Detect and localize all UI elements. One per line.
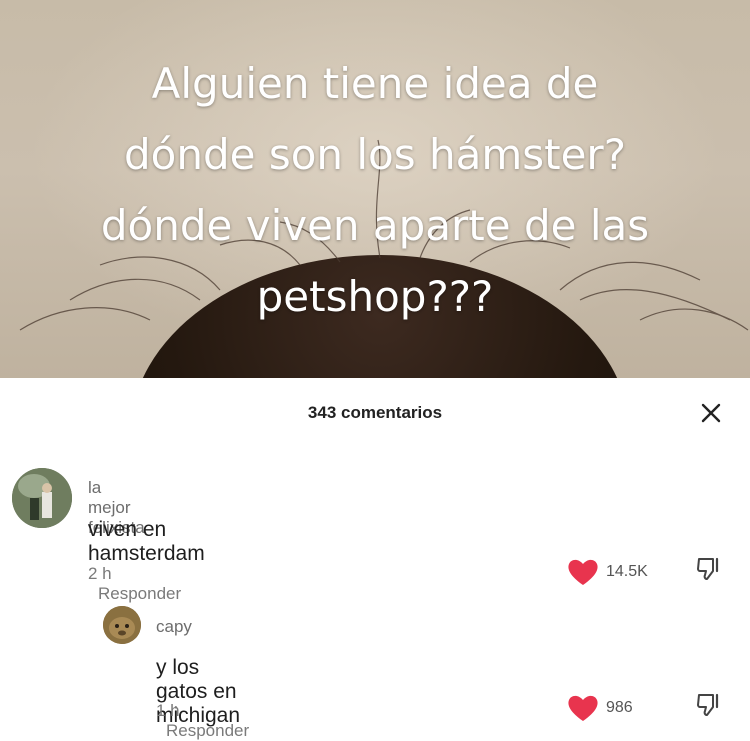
caption-line: dónde son los hámster?: [124, 130, 626, 179]
reply-button[interactable]: Responder: [98, 584, 181, 603]
avatar-image: [12, 468, 72, 528]
comment-meta: 2 h Responder: [88, 564, 181, 604]
comment-username[interactable]: capy: [156, 617, 192, 637]
caption-line: petshop???: [256, 272, 494, 321]
avatar[interactable]: [12, 468, 72, 528]
close-icon[interactable]: [698, 400, 724, 426]
video-player[interactable]: Alguien tiene idea de dónde son los háms…: [0, 0, 750, 378]
reply-button[interactable]: Responder: [166, 721, 249, 740]
comment-meta: 1 h Responder: [156, 701, 249, 741]
like-count: 986: [606, 699, 633, 716]
avatar-image: [103, 606, 141, 644]
caption-line: Alguien tiene idea de: [151, 59, 599, 108]
avatar[interactable]: [103, 606, 141, 644]
like-button[interactable]: 986: [566, 693, 633, 723]
dislike-icon[interactable]: [695, 555, 723, 583]
heart-icon: [568, 695, 598, 721]
heart-icon: [568, 559, 598, 585]
like-count: 14.5K: [606, 563, 648, 580]
like-button[interactable]: 14.5K: [566, 557, 648, 587]
comment-timestamp: 1 h: [156, 701, 180, 720]
comment-text: viven en hamsterdam: [88, 518, 205, 565]
comment-timestamp: 2 h: [88, 564, 112, 583]
caption-line: dónde viven aparte de las: [100, 201, 650, 250]
video-caption: Alguien tiene idea de dónde son los háms…: [0, 48, 750, 332]
dislike-icon[interactable]: [695, 691, 723, 719]
comments-count-title: 343 comentarios: [307, 403, 443, 422]
